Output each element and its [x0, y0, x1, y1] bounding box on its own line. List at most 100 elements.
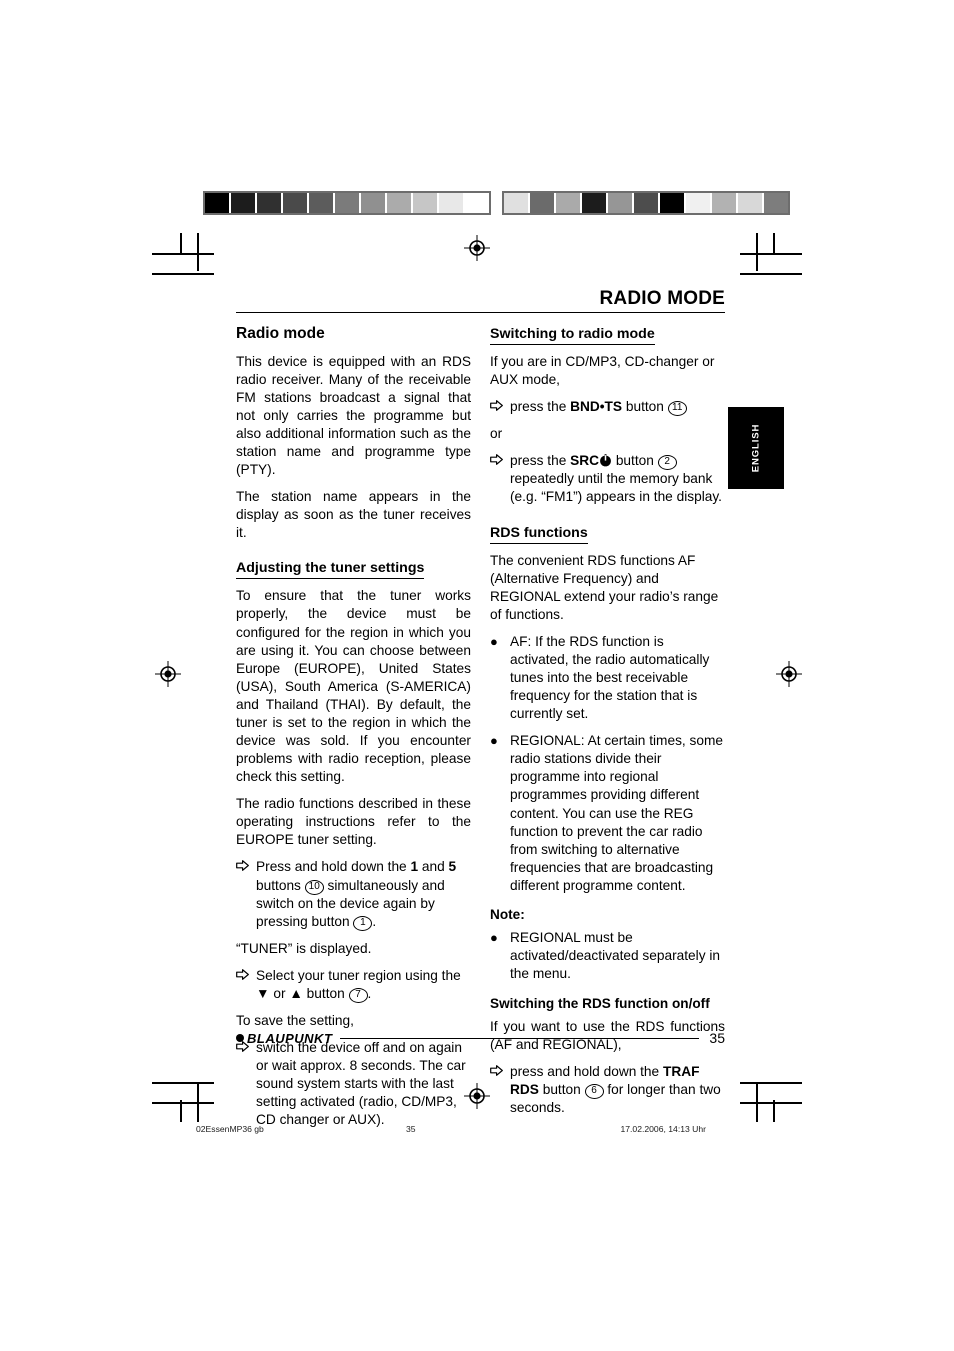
registration-target-top [464, 235, 490, 261]
calibration-swatch [413, 193, 437, 213]
bullet-text: REGIONAL: At certain times, some radio s… [510, 733, 723, 893]
blaupunkt-logo: BLAUPUNKT [236, 1031, 332, 1046]
language-tab-label: ENGLISH [750, 423, 762, 473]
calibration-swatch [764, 193, 788, 213]
calibration-swatch [439, 193, 463, 213]
crop-mark [773, 233, 775, 255]
step-press-src: press the SRC button 2 repeatedly until … [490, 452, 725, 506]
paragraph-tuner-displayed: “TUNER” is displayed. [236, 940, 372, 956]
running-head: RADIO MODE [599, 288, 725, 309]
calibration-swatch [309, 193, 333, 213]
button-ref-7: 7 [348, 987, 368, 1003]
paragraph-rds-intro: The convenient RDS functions AF (Alterna… [490, 552, 719, 622]
subheading-adjusting-tuner-settings: Adjusting the tuner settings [236, 560, 425, 580]
subheading-switching-to-radio-mode: Switching to radio mode [490, 326, 655, 345]
bullet-text: AF: If the RDS function is activated, th… [510, 633, 710, 722]
calibration-bar-left [203, 191, 491, 215]
logo-text: BLAUPUNKT [247, 1030, 333, 1046]
calibration-swatch [283, 193, 307, 213]
page-content: RADIO MODE Radio mode This device is equ… [236, 289, 725, 1138]
meta-filename: 02EssenMP36 gb [196, 1124, 264, 1134]
step-press-bndts: press the BND•TS button 11 [490, 398, 725, 417]
calibration-swatch [504, 193, 528, 213]
column-left: Radio mode This device is equipped with … [236, 325, 471, 1139]
step-text: press the BND•TS button 11 [510, 398, 725, 417]
calibration-swatch [738, 193, 762, 213]
crop-mark [152, 273, 214, 275]
crop-mark [152, 1102, 214, 1104]
arrow-right-outline-icon [236, 858, 256, 930]
bullet-note-regional: ● REGIONAL must be activated/deactivated… [490, 929, 725, 983]
paragraph-if-in-cd-mode: If you are in CD/MP3, CD-changer or AUX … [490, 353, 715, 388]
dot-bullet-icon: ● [490, 930, 498, 946]
button-ref-10: 10 [304, 879, 324, 895]
print-meta-line: 02EssenMP36 gb 35 17.02.2006, 14:13 Uhr [196, 1124, 706, 1134]
crop-mark [197, 1084, 199, 1122]
paragraph-to-save-setting: To save the setting, [236, 1012, 354, 1028]
bullet-text: REGIONAL must be activated/deactivated s… [510, 930, 721, 982]
note-heading: Note: [490, 906, 525, 922]
step-text: Select your tuner region using the ▼ or … [256, 967, 461, 1003]
arrow-right-outline-icon [236, 967, 256, 1003]
calibration-swatch [556, 193, 580, 213]
button-ref-1: 1 [353, 915, 373, 931]
step-text: press the SRC button 2 repeatedly until … [510, 453, 722, 505]
running-head-rule [236, 311, 725, 313]
calibration-swatch [465, 193, 489, 213]
arrow-right-outline-icon [236, 1039, 256, 1129]
bullet-af: ● AF: If the RDS function is activated, … [490, 633, 725, 723]
calibration-swatch [335, 193, 359, 213]
calibration-swatch [361, 193, 385, 213]
calibration-swatch [712, 193, 736, 213]
crop-mark [152, 253, 214, 255]
calibration-swatch [387, 193, 411, 213]
power-icon [599, 454, 612, 467]
dot-bullet-icon: ● [490, 633, 498, 649]
step-select-tuner-region: Select your tuner region using the ▼ or … [236, 967, 471, 1003]
calibration-swatch [660, 193, 684, 213]
arrow-right-outline-icon [490, 1063, 510, 1117]
crop-mark [152, 1082, 214, 1084]
meta-page: 35 [406, 1124, 416, 1134]
step-text: Press and hold down the 1 and 5 buttons … [256, 859, 457, 931]
meta-timestamp: 17.02.2006, 14:13 Uhr [620, 1124, 706, 1134]
bullet-regional: ● REGIONAL: At certain times, some radio… [490, 732, 725, 895]
dot-bullet-icon: ● [490, 733, 498, 749]
calibration-swatch [582, 193, 606, 213]
column-right: Switching to radio mode If you are in CD… [490, 325, 725, 1126]
footer-rule [340, 1037, 700, 1039]
crop-mark [740, 1102, 802, 1104]
calibration-bar-right [502, 191, 790, 215]
paragraph-rds-receiver: This device is equipped with an RDS radi… [236, 353, 471, 477]
subheading-switching-rds-on-off: Switching the RDS function on/off [490, 995, 710, 1011]
page-footer: BLAUPUNKT 35 [236, 1030, 725, 1046]
crop-mark [740, 1082, 802, 1084]
calibration-swatch [686, 193, 710, 213]
registration-target-left [155, 661, 181, 687]
crop-mark [740, 273, 802, 275]
crop-mark [180, 1100, 182, 1122]
logo-dot-icon [236, 1034, 244, 1042]
language-tab-english: ENGLISH [728, 407, 784, 489]
crop-mark [756, 1084, 758, 1122]
button-ref-11: 11 [667, 401, 687, 417]
paragraph-or: or [490, 426, 503, 442]
step-press-traf-rds: press and hold down the TRAF RDS button … [490, 1063, 725, 1117]
calibration-swatch [608, 193, 632, 213]
calibration-swatch [530, 193, 554, 213]
step-text: press and hold down the TRAF RDS button … [510, 1063, 721, 1116]
button-ref-6: 6 [584, 1084, 604, 1100]
calibration-swatch [231, 193, 255, 213]
section-heading-radio-mode: Radio mode [236, 324, 325, 342]
crop-mark [180, 233, 182, 255]
paragraph-tuner-region: To ensure that the tuner works properly,… [236, 588, 471, 785]
crop-mark [756, 233, 758, 271]
arrow-right-outline-icon [490, 398, 510, 416]
subheading-rds-functions: RDS functions [490, 525, 588, 544]
calibration-swatch [257, 193, 281, 213]
button-ref-2: 2 [657, 455, 677, 471]
registration-target-right [776, 661, 802, 687]
step-switch-off-on: switch the device off and on again or wa… [236, 1039, 471, 1129]
arrow-right-outline-icon [490, 452, 510, 506]
page-number: 35 [709, 1030, 725, 1046]
